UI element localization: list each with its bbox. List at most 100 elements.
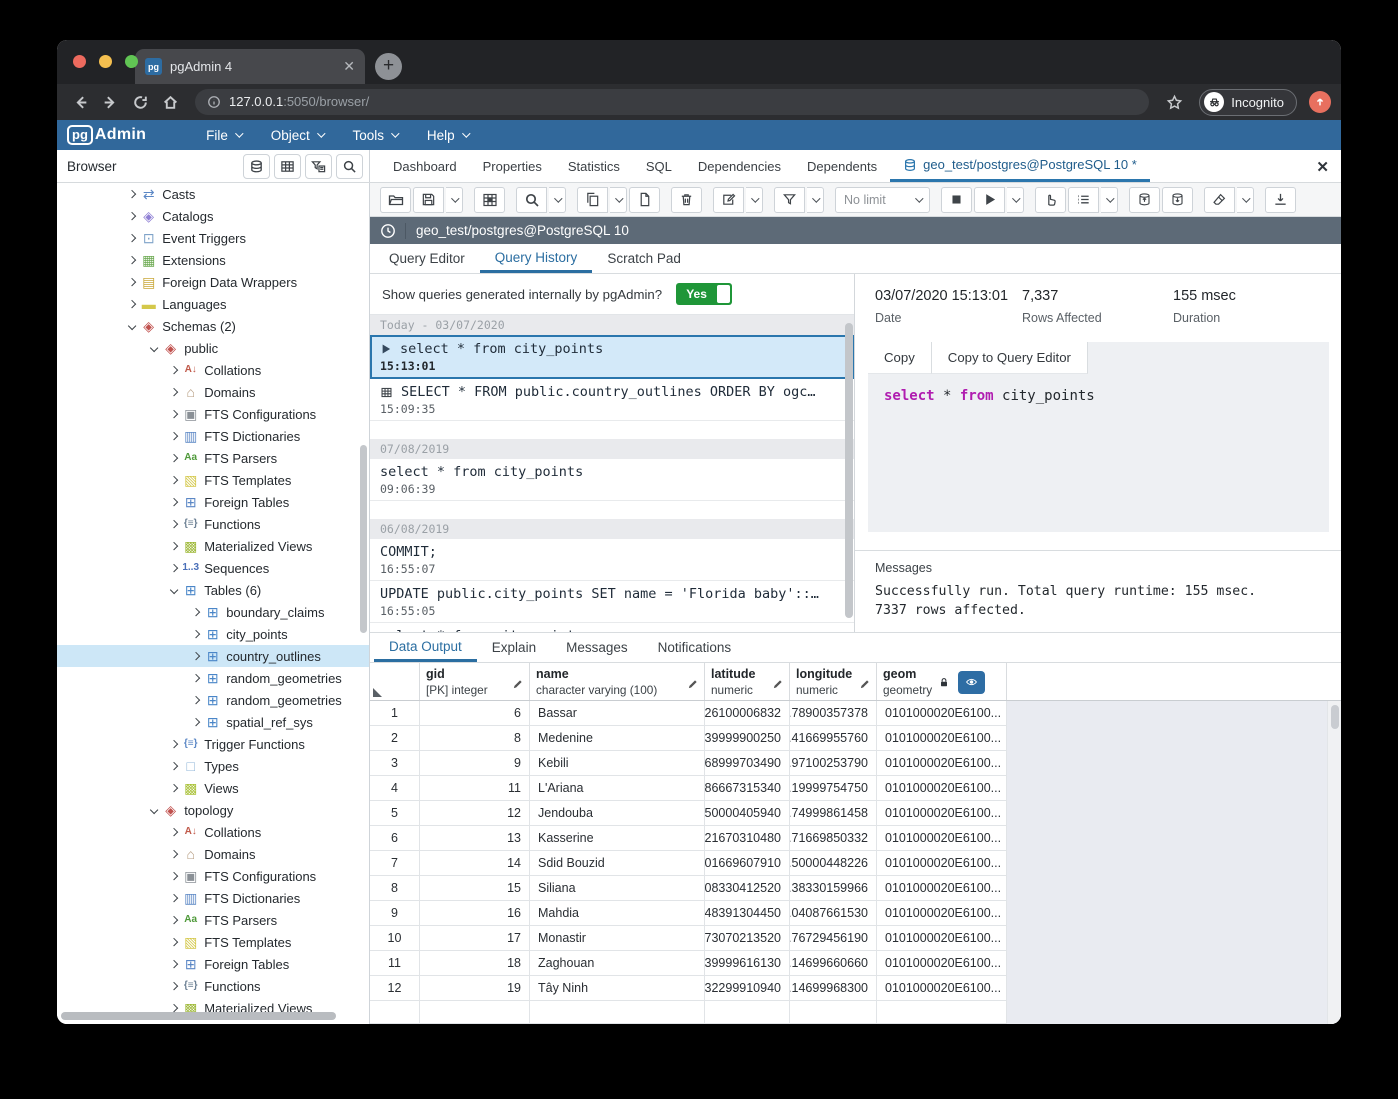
edit-column-icon[interactable]	[512, 678, 524, 690]
sidebar-item-extensions[interactable]: ▦Extensions	[57, 249, 369, 271]
column-header-name[interactable]: namecharacter varying (100)	[530, 663, 705, 700]
cell[interactable]: 1	[370, 701, 420, 726]
cell[interactable]: 0101000020E6100...	[877, 826, 1007, 851]
sidebar-item-fts-dictionaries[interactable]: ▥FTS Dictionaries	[57, 887, 369, 909]
cell[interactable]: 8.97100253790	[790, 751, 877, 776]
copy-button[interactable]	[577, 187, 608, 213]
sidebar-item-trigger-functions[interactable]: {≡}Trigger Functions	[57, 733, 369, 755]
sidebar-item-random-geometries[interactable]: ⊞random_geometries	[57, 667, 369, 689]
tab-sql[interactable]: SQL	[633, 150, 685, 182]
history-entry[interactable]: select * from city_points09:06:39	[370, 459, 854, 501]
cell[interactable]: 0.76729456190	[790, 926, 877, 951]
tree-vertical-scrollbar[interactable]	[360, 445, 367, 633]
sidebar-item-catalogs[interactable]: ◈Catalogs	[57, 205, 369, 227]
output-tab-data-output[interactable]: Data Output	[374, 633, 477, 662]
chevron-right-icon[interactable]	[192, 696, 201, 705]
column-header-latitude[interactable]: latitudenumeric	[705, 663, 790, 700]
cell[interactable]: 9	[370, 901, 420, 926]
cell[interactable]: 19	[420, 976, 530, 1001]
sidebar-item-fts-configurations[interactable]: ▣FTS Configurations	[57, 403, 369, 425]
cell[interactable]: 8.71669850332	[790, 826, 877, 851]
cell[interactable]: .86667315340	[705, 776, 790, 801]
cell[interactable]: 0101000020E6100...	[877, 926, 1007, 951]
edit-options-caret[interactable]	[746, 187, 763, 213]
subtab-query-editor[interactable]: Query Editor	[374, 244, 480, 273]
sidebar-item-domains[interactable]: ⌂Domains	[57, 381, 369, 403]
column-header-gid[interactable]: gid[PK] integer	[420, 663, 530, 700]
sidebar-item-foreign-tables[interactable]: ⊞Foreign Tables	[57, 953, 369, 975]
cell[interactable]: 6.14699968300	[790, 976, 877, 1001]
menu-file[interactable]: File	[206, 128, 241, 143]
cell[interactable]: 7	[370, 851, 420, 876]
cell[interactable]: 0101000020E6100...	[877, 726, 1007, 751]
sidebar-item-fts-parsers[interactable]: AaFTS Parsers	[57, 447, 369, 469]
internal-queries-toggle[interactable]: Yes	[676, 283, 732, 305]
close-window-button[interactable]	[73, 55, 86, 68]
tab-query-tool-active[interactable]: geo_test/postgres@PostgreSQL 10 *	[890, 150, 1150, 182]
forward-icon[interactable]	[97, 89, 123, 115]
commit-button[interactable]	[1129, 187, 1160, 213]
cell[interactable]: Tây Ninh	[530, 976, 705, 1001]
tree-horizontal-scrollbar[interactable]	[61, 1012, 336, 1020]
explain-button[interactable]	[1035, 187, 1066, 213]
sidebar-item-functions[interactable]: {≡}Functions	[57, 513, 369, 535]
cell[interactable]: 0101000020E6100...	[877, 701, 1007, 726]
sidebar-item-casts[interactable]: ⇄Casts	[57, 183, 369, 205]
save-button[interactable]	[413, 187, 444, 213]
cell[interactable]: 0.19999754750	[790, 776, 877, 801]
cell[interactable]: 12	[370, 976, 420, 1001]
subtab-query-history[interactable]: Query History	[480, 244, 593, 273]
edit-column-icon[interactable]	[772, 678, 784, 690]
tab-properties[interactable]: Properties	[470, 150, 555, 182]
cell[interactable]: .26100006832	[705, 701, 790, 726]
cell[interactable]: 3	[370, 751, 420, 776]
chevron-right-icon[interactable]	[170, 454, 179, 463]
find-options-caret[interactable]	[549, 187, 566, 213]
cell[interactable]: 0.41669955760	[790, 726, 877, 751]
grid-scrollbar[interactable]	[1327, 701, 1341, 1024]
sidebar-item-random-geometries[interactable]: ⊞random_geometries	[57, 689, 369, 711]
maximize-window-button[interactable]	[125, 55, 138, 68]
rollback-button[interactable]	[1162, 187, 1193, 213]
site-info-icon[interactable]	[207, 95, 221, 109]
row-limit-select[interactable]: No limit	[835, 187, 930, 213]
cell[interactable]: Zaghouan	[530, 951, 705, 976]
new-tab-button[interactable]: +	[375, 53, 402, 80]
cell[interactable]: 0.14699660660	[790, 951, 877, 976]
cell[interactable]: 0101000020E6100...	[877, 951, 1007, 976]
chevron-right-icon[interactable]	[128, 234, 137, 243]
copy-options-caret[interactable]	[610, 187, 627, 213]
sidebar-item-schemas-2[interactable]: ◈Schemas (2)	[57, 315, 369, 337]
edit-button[interactable]	[713, 187, 744, 213]
execute-options-caret[interactable]	[1007, 187, 1024, 213]
chevron-right-icon[interactable]	[170, 542, 179, 551]
view-geometry-button[interactable]	[958, 671, 985, 694]
chevron-right-icon[interactable]	[170, 916, 179, 925]
chevron-right-icon[interactable]	[170, 872, 179, 881]
chevron-right-icon[interactable]	[128, 300, 137, 309]
cell[interactable]: .48391304450	[705, 901, 790, 926]
chevron-right-icon[interactable]	[192, 718, 201, 727]
back-icon[interactable]	[67, 89, 93, 115]
cell[interactable]: 14	[420, 851, 530, 876]
chevron-right-icon[interactable]	[170, 432, 179, 441]
sidebar-item-views[interactable]: ▩Views	[57, 777, 369, 799]
home-icon[interactable]	[157, 89, 183, 115]
copy-button-history[interactable]: Copy	[868, 342, 932, 374]
cell[interactable]: 0101000020E6100...	[877, 876, 1007, 901]
chevron-right-icon[interactable]	[170, 564, 179, 573]
paste-button[interactable]	[629, 187, 660, 213]
sidebar-item-public[interactable]: ◈public	[57, 337, 369, 359]
cell[interactable]: 9	[420, 751, 530, 776]
cell[interactable]: 0101000020E6100...	[877, 901, 1007, 926]
chevron-right-icon[interactable]	[170, 498, 179, 507]
minimize-window-button[interactable]	[99, 55, 112, 68]
cell[interactable]: .32299910940	[705, 976, 790, 1001]
cell[interactable]: .08330412520	[705, 876, 790, 901]
sidebar-item-fts-parsers[interactable]: AaFTS Parsers	[57, 909, 369, 931]
chevron-right-icon[interactable]	[192, 674, 201, 683]
chevron-right-icon[interactable]	[170, 410, 179, 419]
history-entry[interactable]: SELECT * FROM public.country_outlines OR…	[370, 379, 854, 421]
cell[interactable]: 6	[420, 701, 530, 726]
cell[interactable]: 0101000020E6100...	[877, 776, 1007, 801]
